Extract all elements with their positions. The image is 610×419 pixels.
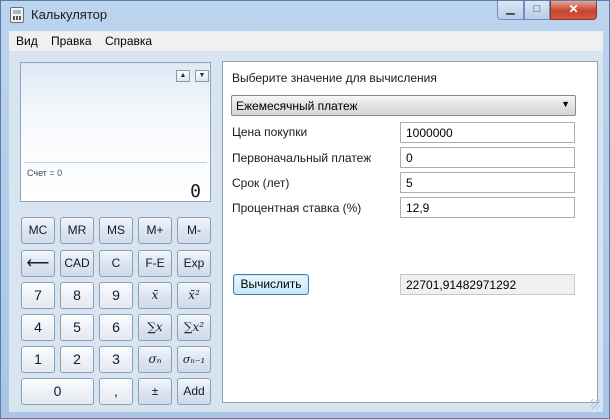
m-plus-button[interactable]: M+ xyxy=(138,217,172,244)
mean-button[interactable]: x̄ xyxy=(138,282,172,309)
fe-button[interactable]: F-E xyxy=(138,250,172,277)
window-title: Калькулятор xyxy=(31,7,108,22)
exp-button[interactable]: Exp xyxy=(177,250,211,277)
menu-help[interactable]: Справка xyxy=(105,34,152,48)
close-button[interactable]: ✕ xyxy=(550,1,597,20)
digit-4-button[interactable]: 4 xyxy=(21,314,55,341)
mortgage-worksheet: Выберите значение для вычисления Ежемеся… xyxy=(222,61,598,403)
mc-button[interactable]: MC xyxy=(21,217,55,244)
menu-view[interactable]: Вид xyxy=(16,34,38,48)
history-scroll-down-button[interactable]: ▼ xyxy=(195,70,209,82)
menu-bar: Вид Правка Справка xyxy=(9,31,603,51)
calculate-button[interactable]: Вычислить xyxy=(233,274,309,295)
minimize-button[interactable]: ▁ xyxy=(497,1,524,20)
add-button[interactable]: Add xyxy=(177,378,211,405)
calculator-body: ▲ ▼ Счет = 0 0 MC MR MS M+ M- ⟵ CAD C F-… xyxy=(9,51,603,412)
std-dev-sample-button[interactable]: σₙ₋₁ xyxy=(177,346,211,373)
negate-button[interactable]: ± xyxy=(138,378,172,405)
interest-rate-label: Процентная ставка (%) xyxy=(232,201,362,215)
maximize-button[interactable]: □ xyxy=(524,1,550,20)
digit-7-button[interactable]: 7 xyxy=(21,282,55,309)
backspace-button[interactable]: ⟵ xyxy=(21,250,55,277)
digit-3-button[interactable]: 3 xyxy=(99,346,133,373)
interest-rate-input[interactable]: 12,9 xyxy=(400,197,575,218)
clear-button[interactable]: C xyxy=(99,250,133,277)
calculator-icon xyxy=(10,7,24,23)
resize-grip-icon[interactable] xyxy=(590,399,600,409)
term-years-label: Срок (лет) xyxy=(232,176,290,190)
mean-squares-button[interactable]: x̄² xyxy=(177,282,211,309)
cad-button[interactable]: CAD xyxy=(60,250,94,277)
digit-5-button[interactable]: 5 xyxy=(60,314,94,341)
digit-6-button[interactable]: 6 xyxy=(99,314,133,341)
digit-1-button[interactable]: 1 xyxy=(21,346,55,373)
down-payment-label: Первоначальный платеж xyxy=(232,151,372,165)
memory-indicator: Счет = 0 xyxy=(27,168,63,178)
digit-0-button[interactable]: 0 xyxy=(21,378,94,405)
chevron-down-icon: ▼ xyxy=(561,99,570,109)
decimal-button[interactable]: , xyxy=(99,378,133,405)
term-years-input[interactable]: 5 xyxy=(400,172,575,193)
worksheet-prompt: Выберите значение для вычисления xyxy=(232,71,437,85)
display-divider xyxy=(24,162,207,163)
sum-button[interactable]: ∑x xyxy=(138,314,172,341)
std-dev-population-button[interactable]: σₙ xyxy=(138,346,172,373)
display-value: 0 xyxy=(190,181,201,202)
calculator-window: Калькулятор ▁ □ ✕ Вид Правка Справка ▲ ▼… xyxy=(0,0,610,419)
sum-squares-button[interactable]: ∑x² xyxy=(177,314,211,341)
display: ▲ ▼ Счет = 0 0 xyxy=(20,62,211,202)
m-minus-button[interactable]: M- xyxy=(177,217,211,244)
calculation-select[interactable]: Ежемесячный платеж ▼ xyxy=(231,95,576,116)
purchase-price-label: Цена покупки xyxy=(232,125,308,139)
digit-8-button[interactable]: 8 xyxy=(60,282,94,309)
digit-9-button[interactable]: 9 xyxy=(99,282,133,309)
digit-2-button[interactable]: 2 xyxy=(60,346,94,373)
title-bar[interactable]: Калькулятор ▁ □ ✕ xyxy=(1,1,609,29)
result-output: 22701,91482971292 xyxy=(400,274,575,295)
menu-edit[interactable]: Правка xyxy=(51,34,92,48)
down-payment-input[interactable]: 0 xyxy=(400,147,575,168)
ms-button[interactable]: MS xyxy=(99,217,133,244)
calculation-select-value: Ежемесячный платеж xyxy=(236,99,358,113)
purchase-price-input[interactable]: 1000000 xyxy=(400,122,575,143)
mr-button[interactable]: MR xyxy=(60,217,94,244)
history-scroll-up-button[interactable]: ▲ xyxy=(176,70,190,82)
